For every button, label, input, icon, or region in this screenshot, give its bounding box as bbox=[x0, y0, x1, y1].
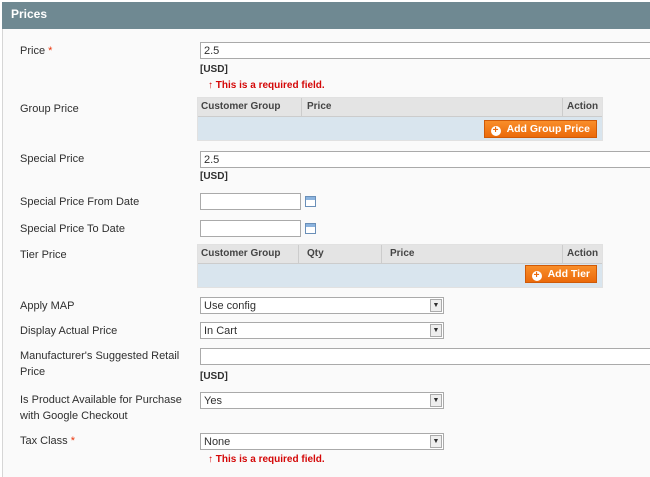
chevron-down-icon: ▼ bbox=[430, 435, 442, 448]
display-actual-price-label: Display Actual Price bbox=[20, 325, 118, 337]
chevron-down-icon: ▼ bbox=[430, 299, 442, 312]
chevron-down-icon: ▼ bbox=[430, 324, 442, 337]
price-error: ↑ This is a required field. bbox=[208, 80, 325, 91]
calendar-icon[interactable] bbox=[305, 196, 316, 207]
google-checkout-label: Is Product Available for Purchase with G… bbox=[20, 394, 182, 422]
price-label: Price * bbox=[20, 45, 53, 57]
apply-map-select[interactable]: Use config ▼ bbox=[200, 297, 444, 314]
plus-icon: + bbox=[531, 271, 542, 281]
tier-price-table: Customer Group Qty Price Action + Add Tier bbox=[197, 244, 603, 288]
tax-class-error: ↑ This is a required field. bbox=[208, 454, 325, 465]
add-tier-button[interactable]: + Add Tier bbox=[524, 265, 597, 283]
msrp-input[interactable] bbox=[200, 348, 650, 365]
apply-map-label: Apply MAP bbox=[20, 300, 75, 312]
tier-price-label: Tier Price bbox=[20, 249, 67, 261]
special-to-input[interactable] bbox=[200, 220, 301, 237]
special-price-input[interactable]: 2.5 bbox=[200, 151, 650, 168]
tax-class-select[interactable]: None ▼ bbox=[200, 433, 444, 450]
special-from-input[interactable] bbox=[200, 193, 301, 210]
google-checkout-select[interactable]: Yes ▼ bbox=[200, 392, 444, 409]
special-to-label: Special Price To Date bbox=[20, 223, 125, 235]
plus-icon: + bbox=[490, 126, 501, 136]
msrp-label: Manufacturer's Suggested Retail Price bbox=[20, 350, 180, 378]
price-input[interactable]: 2.5 bbox=[200, 42, 650, 59]
tax-class-label: Tax Class * bbox=[20, 435, 76, 447]
group-price-label: Group Price bbox=[20, 103, 79, 115]
msrp-currency: [USD] bbox=[200, 371, 228, 382]
display-actual-price-select[interactable]: In Cart ▼ bbox=[200, 322, 444, 339]
special-price-label: Special Price bbox=[20, 153, 85, 165]
add-group-price-button[interactable]: + Add Group Price bbox=[483, 120, 597, 138]
special-from-label: Special Price From Date bbox=[20, 196, 140, 208]
group-price-table: Customer Group Price Action + Add Group Pri… bbox=[197, 97, 603, 141]
section-header: Prices bbox=[2, 2, 650, 29]
chevron-down-icon: ▼ bbox=[430, 394, 442, 407]
calendar-icon[interactable] bbox=[305, 223, 316, 234]
price-currency: [USD] bbox=[200, 64, 228, 75]
special-price-currency: [USD] bbox=[200, 171, 228, 182]
